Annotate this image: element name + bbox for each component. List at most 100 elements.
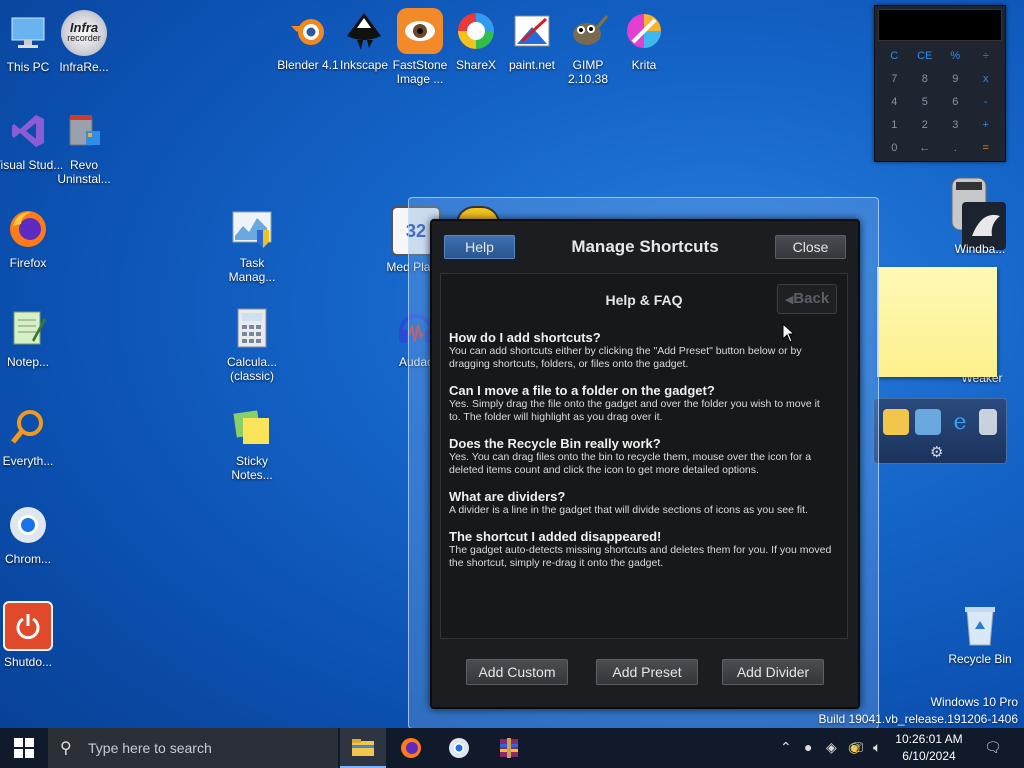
- calc-key-divide[interactable]: ÷: [971, 48, 1002, 65]
- internet-explorer-icon[interactable]: e: [947, 409, 973, 435]
- control-panel-icon[interactable]: [915, 409, 941, 435]
- power-icon: [3, 601, 53, 651]
- taskbar: ⚲ Type here to search ⌃ ● ◈ ◉ ⎚ 🔈︎ 10:26…: [0, 728, 1024, 768]
- desktop-icon-everything[interactable]: Everyth...: [0, 404, 64, 468]
- faq-question: Can I move a file to a folder on the gad…: [449, 383, 715, 398]
- desktop-icon-sticky-notes[interactable]: Sticky Notes...: [216, 404, 288, 482]
- calculator-icon: [229, 305, 275, 351]
- taskbar-firefox[interactable]: [388, 728, 434, 768]
- folder-icon[interactable]: [883, 409, 909, 435]
- desktop-icon-notepad[interactable]: Notep...: [0, 305, 64, 369]
- taskbar-search-box[interactable]: ⚲ Type here to search: [48, 728, 338, 768]
- close-button[interactable]: Close: [775, 235, 846, 259]
- calc-key-1[interactable]: 1: [879, 117, 910, 134]
- krita-icon: [621, 8, 667, 54]
- icon-label: Chrom...: [4, 552, 51, 566]
- calc-key-8[interactable]: 8: [910, 71, 941, 88]
- back-label: Back: [793, 290, 830, 307]
- taskbar-clock[interactable]: 10:26:01 AM 6/10/2024: [892, 731, 966, 765]
- revo-uninstaller-icon: [61, 108, 107, 154]
- infra-logo-sub: recorder: [67, 33, 101, 43]
- calc-key-plus[interactable]: +: [971, 117, 1002, 134]
- calc-key-9[interactable]: 9: [940, 71, 971, 88]
- icon-label: Shutdo...: [3, 655, 53, 669]
- icon-label: Notep...: [6, 355, 50, 369]
- magnifier-icon: [5, 404, 51, 450]
- tray-app-icon[interactable]: ●: [804, 739, 812, 755]
- calc-key-multiply[interactable]: x: [971, 71, 1002, 88]
- faq-item: What are dividers? A divider is a line i…: [449, 489, 834, 517]
- shortcuts-gadget[interactable]: e ⚙: [873, 398, 1007, 464]
- sticky-note-gadget[interactable]: [877, 267, 997, 377]
- faq-answer: Yes. You can drag files onto the bin to …: [449, 451, 812, 476]
- desktop-icon-firefox[interactable]: Firefox: [0, 206, 64, 270]
- chrome-icon: [5, 502, 51, 548]
- calc-key-ce[interactable]: CE: [910, 48, 941, 65]
- start-button[interactable]: [0, 728, 48, 768]
- firefox-icon: [5, 206, 51, 252]
- calc-key-5[interactable]: 5: [910, 94, 941, 111]
- tray-shield-icon[interactable]: ◈: [826, 739, 837, 756]
- add-divider-button[interactable]: Add Divider: [722, 659, 824, 685]
- add-preset-button[interactable]: Add Preset: [596, 659, 698, 685]
- blender-icon: [285, 8, 331, 54]
- desktop-icon-windbg[interactable]: Windba...: [944, 176, 1016, 256]
- calc-key-minus[interactable]: -: [971, 94, 1002, 111]
- calc-key-2[interactable]: 2: [910, 117, 941, 134]
- desktop-icon-shutdown[interactable]: Shutdo...: [0, 601, 64, 669]
- notifications-icon[interactable]: 🗨︎: [984, 739, 1002, 756]
- taskbar-file-explorer[interactable]: [340, 728, 386, 768]
- gear-icon[interactable]: ⚙: [930, 443, 943, 461]
- desktop-icon-krita[interactable]: Krita: [608, 8, 680, 72]
- desktop-icon-revo-uninstaller[interactable]: Revo Uninstal...: [48, 108, 120, 186]
- calc-key-3[interactable]: 3: [940, 117, 971, 134]
- faq-answer: You can add shortcuts either by clicking…: [449, 345, 802, 370]
- faq-item: How do I add shortcuts? You can add shor…: [449, 330, 834, 371]
- desktop-icon-infrarecorder[interactable]: Infra recorder InfraRe...: [48, 10, 120, 74]
- faq-question: Does the Recycle Bin really work?: [449, 436, 661, 451]
- desktop-icon-recycle-bin[interactable]: Recycle Bin: [944, 602, 1016, 666]
- calc-key-7[interactable]: 7: [879, 71, 910, 88]
- volume-muted-icon[interactable]: 🔈︎: [873, 739, 881, 756]
- faq-answer: Yes. Simply drag the file onto the gadge…: [449, 398, 820, 423]
- icon-label: InfraRe...: [59, 60, 109, 74]
- inkscape-icon: [341, 8, 387, 54]
- calculator-display: [878, 9, 1002, 41]
- icon-label: Recycle Bin: [948, 652, 1012, 666]
- calc-key-equals[interactable]: =: [971, 140, 1002, 157]
- visual-studio-icon: [5, 108, 51, 154]
- icon-label: Everyth...: [2, 454, 54, 468]
- tray-chevron-up-icon[interactable]: ⌃: [780, 739, 792, 756]
- faq-item: The shortcut I added disappeared! The ga…: [449, 529, 834, 570]
- desktop-icon-calculator[interactable]: Calcula... (classic): [216, 305, 288, 383]
- faq-item: Can I move a file to a folder on the gad…: [449, 383, 834, 424]
- clock-time: 10:26:01 AM: [895, 732, 963, 746]
- calc-key-c[interactable]: C: [879, 48, 910, 65]
- windows-logo-icon: [14, 738, 34, 758]
- windows-build-text: Build 19041.vb_release.191206-1406: [818, 712, 1019, 726]
- calc-key-6[interactable]: 6: [940, 94, 971, 111]
- icon-label: Krita: [631, 58, 657, 72]
- taskbar-chrome[interactable]: [436, 728, 482, 768]
- calc-key-decimal[interactable]: .: [940, 140, 971, 157]
- icon-label: Task Manag...: [228, 256, 276, 284]
- calc-key-backspace[interactable]: ←: [910, 140, 941, 157]
- back-button[interactable]: ◀Back: [777, 284, 837, 314]
- network-icon[interactable]: ⎚: [852, 739, 863, 756]
- manage-shortcuts-dialog: Help Manage Shortcuts Close Help & FAQ ◀…: [430, 219, 860, 709]
- paintnet-icon: [509, 8, 555, 54]
- recycle-bin-icon[interactable]: [979, 409, 997, 435]
- desktop-icon-chrome[interactable]: Chrom...: [0, 502, 64, 566]
- sticky-notes-icon: [229, 404, 275, 450]
- calc-key-4[interactable]: 4: [879, 94, 910, 111]
- clock-date: 6/10/2024: [902, 749, 956, 763]
- calc-key-percent[interactable]: %: [940, 48, 971, 65]
- taskbar-winrar[interactable]: [486, 728, 532, 768]
- search-placeholder: Type here to search: [88, 740, 212, 756]
- calc-key-0[interactable]: 0: [879, 140, 910, 157]
- dialog-header: Help Manage Shortcuts Close: [432, 221, 858, 271]
- desktop-icon-task-manager[interactable]: Task Manag...: [216, 206, 288, 284]
- faq-answer: The gadget auto-detects missing shortcut…: [449, 544, 832, 569]
- calculator-gadget[interactable]: C CE % ÷ 7 8 9 x 4 5 6 - 1 2 3 + 0 ← . =: [874, 5, 1006, 162]
- add-custom-button[interactable]: Add Custom: [466, 659, 568, 685]
